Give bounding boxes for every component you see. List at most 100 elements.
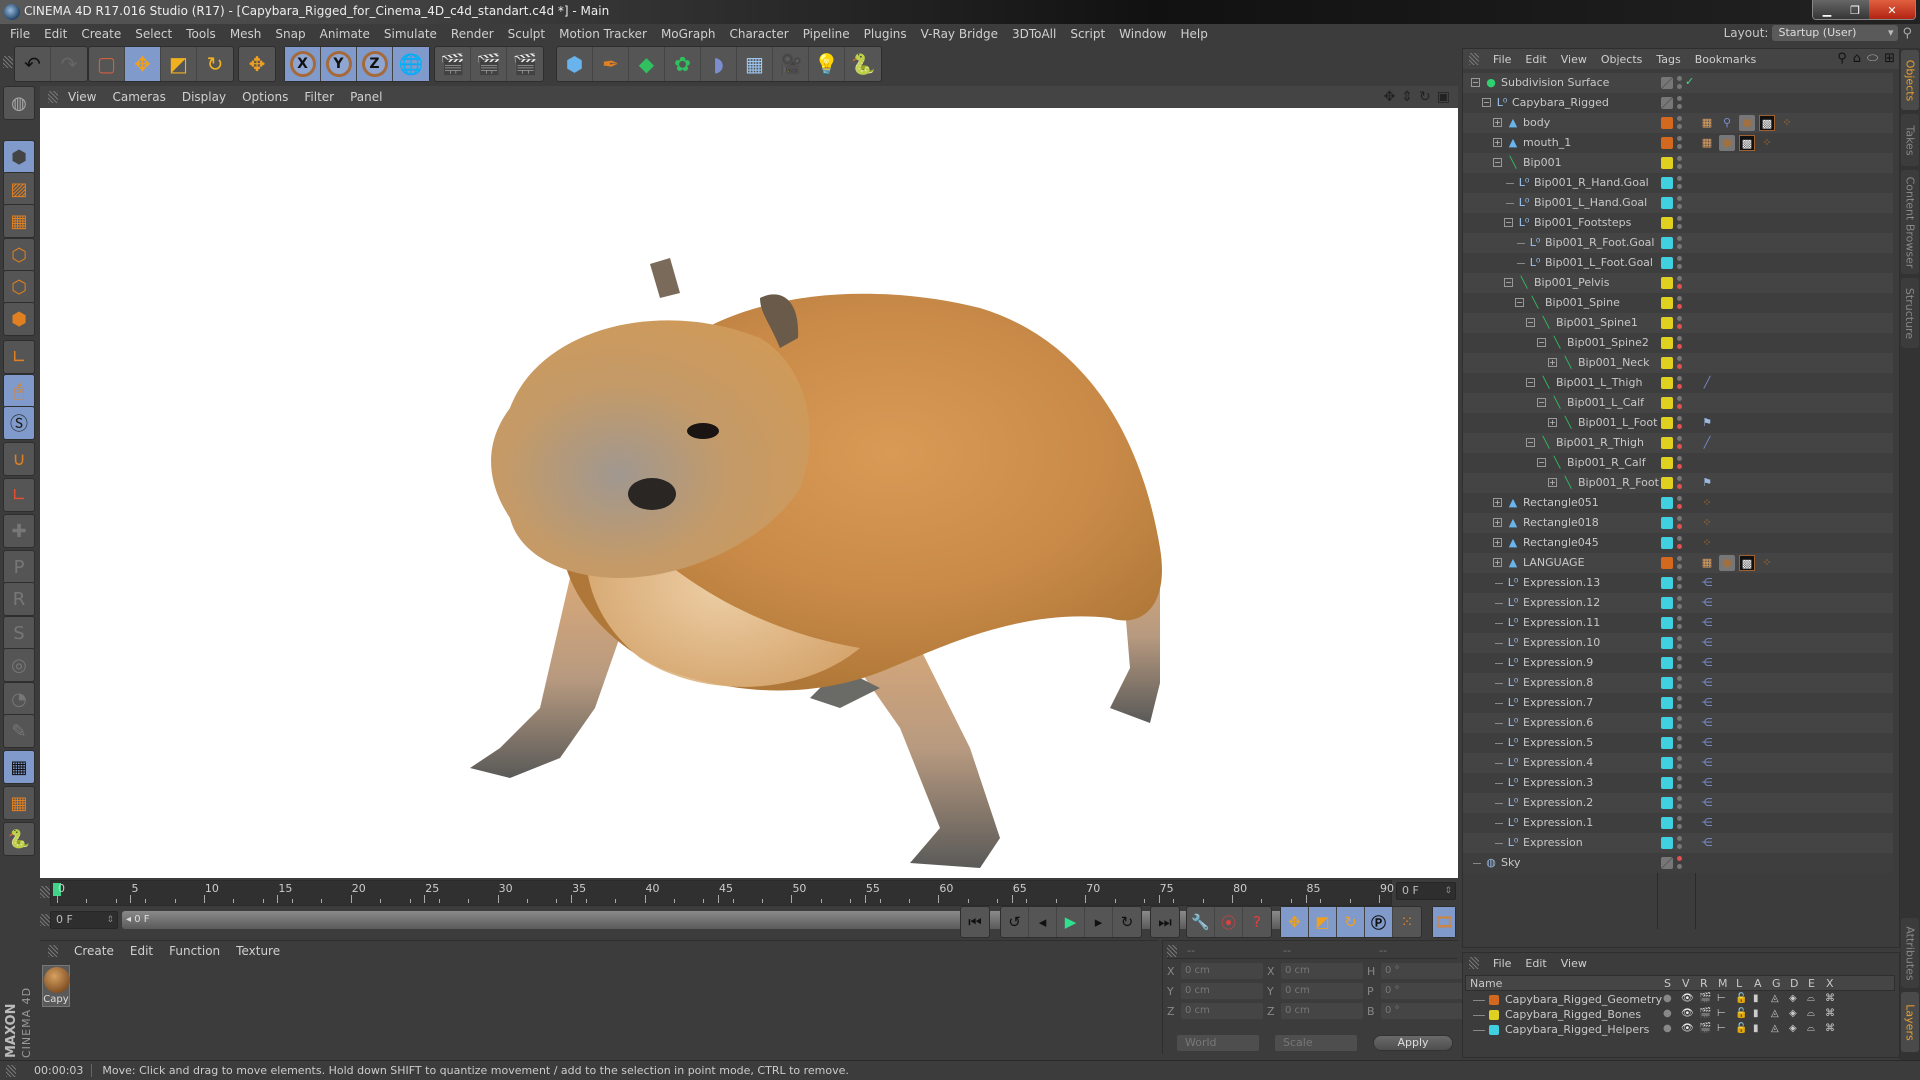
workplane-rotate-button[interactable]: ▦ — [3, 786, 35, 820]
menu-sculpt[interactable]: Sculpt — [508, 27, 545, 41]
object-row-rectangle051[interactable]: + ▲ Rectangle051 ⁘ — [1463, 493, 1893, 513]
visibility-dots[interactable] — [1677, 796, 1682, 810]
visibility-dots[interactable] — [1677, 516, 1682, 530]
search-icon[interactable]: ⚲ — [1837, 51, 1847, 66]
python-script-button[interactable]: 🐍 — [3, 822, 35, 856]
key-position-toggle[interactable]: ✥ — [1281, 907, 1309, 937]
layer-color-swatch[interactable] — [1489, 995, 1499, 1005]
move-tool-button[interactable]: ✥ — [125, 47, 161, 81]
xpresso-tag-icon[interactable]: ⋲ — [1699, 755, 1715, 771]
material-menu-function[interactable]: Function — [169, 944, 220, 958]
layer-grip[interactable] — [1469, 957, 1479, 969]
layer-color-swatch[interactable] — [1661, 697, 1673, 709]
visibility-dots[interactable] — [1677, 276, 1682, 290]
menu-animate[interactable]: Animate — [320, 27, 370, 41]
go-to-end-button[interactable]: ⏭ — [1151, 907, 1179, 937]
object-row-bip001-spine1[interactable]: − ╲ Bip001_Spine1 — [1463, 313, 1893, 333]
uvw-tag-icon[interactable]: ▦ — [1699, 135, 1715, 151]
layer-color-swatch[interactable] — [1661, 217, 1673, 229]
menu-mesh[interactable]: Mesh — [230, 27, 262, 41]
menu-edit[interactable]: Edit — [44, 27, 67, 41]
layout-dropdown[interactable]: Startup (User) — [1772, 25, 1899, 41]
object-row-bip001-l-foot-goal[interactable]: L⁰ Bip001_L_Foot.Goal — [1463, 253, 1893, 273]
visibility-dot[interactable] — [1677, 124, 1682, 129]
menu-render[interactable]: Render — [451, 27, 494, 41]
layout-toggle-icon[interactable]: ▣ — [1437, 89, 1450, 105]
visibility-dots[interactable] — [1677, 536, 1682, 550]
layer-color-swatch[interactable] — [1661, 517, 1673, 529]
expression-icon[interactable]: ⌓ — [1807, 1008, 1815, 1019]
solo-mode-button[interactable]: Ⓢ — [3, 406, 35, 440]
layer-color-swatch[interactable] — [1661, 657, 1673, 669]
edges-mode-button[interactable]: ⬡ — [3, 270, 35, 304]
polygons-mode-button[interactable]: ⬢ — [3, 302, 35, 336]
visibility-dot[interactable] — [1677, 104, 1682, 109]
autokey-button[interactable]: ✎ — [3, 714, 35, 748]
deformer-icon[interactable]: ◈ — [1789, 993, 1797, 1004]
xpresso-tag-icon[interactable]: ⋲ — [1699, 715, 1715, 731]
collapse-icon[interactable]: − — [1493, 158, 1502, 167]
visibility-dot[interactable] — [1677, 784, 1682, 789]
layer-color-swatch[interactable] — [1661, 717, 1673, 729]
tweak-mode-button[interactable]: 🖱 — [3, 374, 35, 408]
add-keyframe-button[interactable]: ✚ — [3, 514, 35, 548]
visibility-dot[interactable] — [1677, 76, 1682, 81]
expand-icon[interactable]: + — [1548, 418, 1557, 427]
layer-color-swatch[interactable] — [1661, 157, 1673, 169]
menu-plugins[interactable]: Plugins — [864, 27, 907, 41]
visibility-dot[interactable] — [1677, 656, 1682, 661]
visibility-dot[interactable] — [1677, 416, 1682, 421]
xpresso-tag-icon[interactable]: ⋲ — [1699, 675, 1715, 691]
object-row-bip001-spine[interactable]: − ╲ Bip001_Spine — [1463, 293, 1893, 313]
layer-color-swatch[interactable] — [1661, 357, 1673, 369]
visibility-dots[interactable] — [1677, 856, 1682, 870]
x-axis-button[interactable]: X — [285, 47, 321, 81]
generator-icon[interactable]: ◬ — [1771, 993, 1779, 1004]
skin-tag-icon[interactable]: ⁘ — [1759, 555, 1775, 571]
layer-color-swatch[interactable] — [1661, 597, 1673, 609]
skin-tag-icon[interactable]: ⁘ — [1699, 535, 1715, 551]
layer-color-swatch[interactable] — [1661, 637, 1673, 649]
expand-icon[interactable]: + — [1493, 498, 1502, 507]
timeline-window-button[interactable]: 🎞 — [1433, 907, 1455, 937]
layer-color-swatch[interactable] — [1661, 617, 1673, 629]
object-row-expression-9[interactable]: L⁰ Expression.9 ⋲ — [1463, 653, 1893, 673]
layer-color-swatch[interactable] — [1661, 797, 1673, 809]
visibility-dots[interactable] — [1677, 256, 1682, 270]
animation-icon[interactable]: ▮ — [1753, 993, 1759, 1004]
object-row-rectangle018[interactable]: + ▲ Rectangle018 ⁘ — [1463, 513, 1893, 533]
material-swatch[interactable]: Capy — [42, 965, 70, 1007]
xref-icon[interactable]: ⌘ — [1825, 1023, 1835, 1034]
visibility-dots[interactable] — [1677, 656, 1682, 670]
visibility-dot[interactable] — [1677, 644, 1682, 649]
collapse-icon[interactable]: − — [1482, 98, 1491, 107]
undo-button[interactable]: ↶ — [15, 47, 51, 81]
visibility-dot[interactable] — [1677, 544, 1682, 549]
search-icon[interactable]: ⚲ — [1902, 26, 1912, 41]
layer-color-swatch[interactable] — [1661, 677, 1673, 689]
weight-tag-icon[interactable]: ⚲ — [1719, 115, 1735, 131]
collapse-icon[interactable]: − — [1504, 218, 1513, 227]
collapse-icon[interactable]: − — [1471, 78, 1480, 87]
layer-color-swatch[interactable] — [1661, 337, 1673, 349]
viewport-menu-filter[interactable]: Filter — [304, 90, 334, 104]
visibility-dot[interactable] — [1677, 384, 1682, 389]
position-x-field[interactable]: 0 cm — [1181, 963, 1263, 979]
enabled-check-icon[interactable]: ✓ — [1685, 75, 1694, 88]
visibility-dot[interactable] — [1677, 524, 1682, 529]
expand-icon[interactable]: + — [1493, 538, 1502, 547]
python-button[interactable]: 🐍 — [845, 47, 881, 81]
model-mode-button[interactable]: ⬢ — [3, 140, 35, 174]
subdivision-surface-button[interactable]: ◆ — [629, 47, 665, 81]
menu-window[interactable]: Window — [1119, 27, 1166, 41]
visibility-dot[interactable] — [1677, 144, 1682, 149]
render-icon[interactable]: 🎬 — [1699, 993, 1711, 1004]
menu-file[interactable]: File — [10, 27, 30, 41]
visibility-dots[interactable] — [1677, 476, 1682, 490]
layer-column-d[interactable]: D — [1790, 977, 1798, 990]
visible-eye-icon[interactable]: 👁 — [1681, 993, 1694, 1004]
visibility-dot[interactable] — [1677, 284, 1682, 289]
collapse-icon[interactable]: − — [1515, 298, 1524, 307]
visibility-dot[interactable] — [1677, 816, 1682, 821]
expand-icon[interactable]: + — [1493, 138, 1502, 147]
